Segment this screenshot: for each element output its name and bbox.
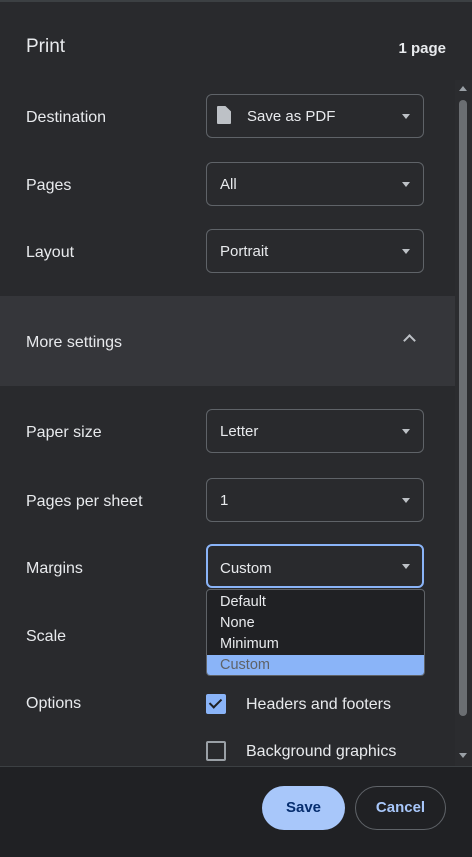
save-button[interactable]: Save xyxy=(262,786,345,830)
pages-label: Pages xyxy=(26,177,72,194)
scrollbar-thumb[interactable] xyxy=(459,100,467,716)
chevron-up-icon xyxy=(403,334,416,347)
paper-size-value: Letter xyxy=(220,423,259,440)
pages-value: All xyxy=(220,176,237,193)
margins-select[interactable]: Custom xyxy=(206,544,424,588)
document-icon xyxy=(217,106,231,124)
more-settings-label: More settings xyxy=(26,334,123,351)
paper-size-label: Paper size xyxy=(26,424,102,441)
background-graphics-checkbox[interactable] xyxy=(206,741,226,761)
scrollbar[interactable] xyxy=(455,80,472,766)
pages-per-sheet-select[interactable]: 1 xyxy=(206,478,424,522)
scroll-up-arrow-icon[interactable] xyxy=(459,86,467,91)
pages-select[interactable]: All xyxy=(206,162,424,206)
cancel-button[interactable]: Cancel xyxy=(355,786,446,830)
headers-footers-checkbox[interactable] xyxy=(206,694,226,714)
dropdown-arrow-icon xyxy=(402,498,410,503)
margins-dropdown-list: Default None Minimum Custom xyxy=(206,589,425,676)
dropdown-arrow-icon xyxy=(402,429,410,434)
dropdown-arrow-icon xyxy=(402,182,410,187)
scroll-down-arrow-icon[interactable] xyxy=(459,753,467,758)
more-settings-toggle[interactable]: More settings xyxy=(0,296,455,386)
scale-label: Scale xyxy=(26,628,67,645)
destination-label: Destination xyxy=(26,109,107,126)
destination-select[interactable]: Save as PDF xyxy=(206,94,424,138)
options-label: Options xyxy=(26,695,82,712)
destination-value: Save as PDF xyxy=(247,108,336,125)
margins-label: Margins xyxy=(26,560,83,577)
margins-option-default[interactable]: Default xyxy=(207,592,424,612)
layout-label: Layout xyxy=(26,244,75,261)
background-graphics-label[interactable]: Background graphics xyxy=(246,743,396,761)
pages-per-sheet-value: 1 xyxy=(220,492,229,509)
headers-footers-label[interactable]: Headers and footers xyxy=(246,696,391,714)
dialog-footer: Save Cancel xyxy=(0,766,472,857)
top-border xyxy=(0,0,472,2)
page-count: 1 page xyxy=(398,40,446,57)
dialog-header: Print 1 page xyxy=(0,0,472,80)
margins-option-minimum[interactable]: Minimum xyxy=(207,634,424,654)
dropdown-arrow-icon xyxy=(402,114,410,119)
margins-value: Custom xyxy=(220,560,272,577)
dropdown-arrow-icon xyxy=(402,249,410,254)
dropdown-arrow-icon xyxy=(402,564,410,569)
pages-per-sheet-label: Pages per sheet xyxy=(26,493,143,510)
layout-select[interactable]: Portrait xyxy=(206,229,424,273)
paper-size-select[interactable]: Letter xyxy=(206,409,424,453)
layout-value: Portrait xyxy=(220,243,269,260)
margins-option-custom[interactable]: Custom xyxy=(207,655,424,675)
margins-option-none[interactable]: None xyxy=(207,613,424,633)
dialog-title: Print xyxy=(26,36,66,57)
